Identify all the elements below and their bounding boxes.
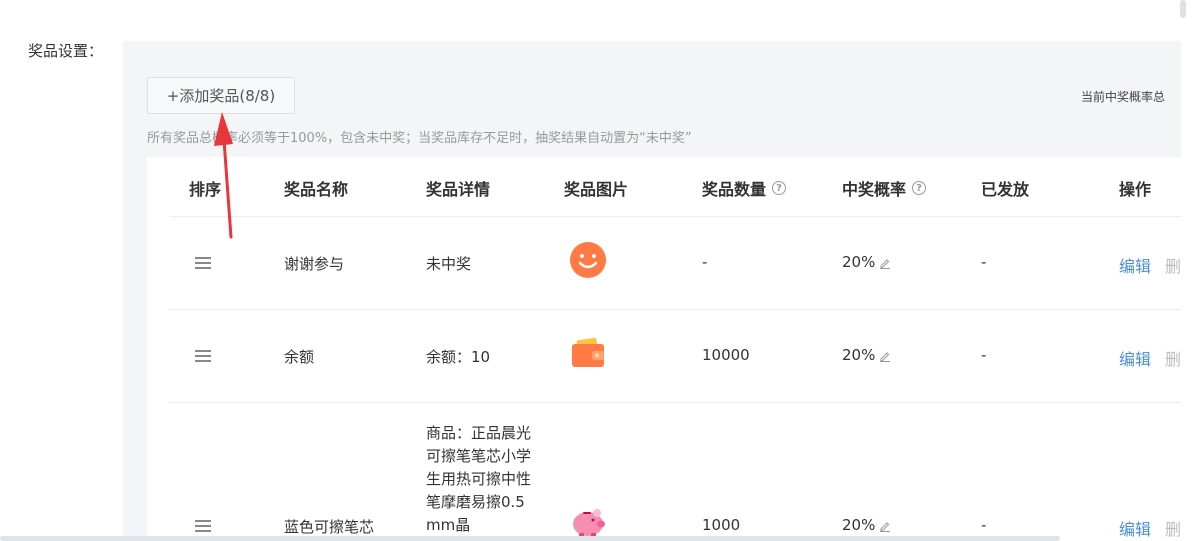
delete-link[interactable]: 删除 — [1165, 346, 1181, 370]
drag-handle-icon[interactable] — [195, 350, 211, 362]
prize-name: 蓝色可擦笔芯 — [284, 518, 375, 536]
prize-detail: 未中奖 — [426, 255, 472, 273]
horizontal-scrollbar[interactable] — [0, 536, 1060, 541]
delete-link[interactable]: 删除 — [1165, 253, 1181, 277]
prize-issued: - — [981, 516, 987, 534]
prize-qty: 10000 — [702, 346, 750, 364]
edit-link[interactable]: 编辑 — [1119, 346, 1151, 370]
delete-link[interactable]: 删除 — [1165, 516, 1181, 540]
prize-qty: 1000 — [702, 516, 741, 534]
prize-prob: 20% — [842, 516, 891, 534]
prize-issued: - — [981, 253, 987, 271]
help-icon[interactable]: ? — [912, 181, 927, 195]
header-qty: 奖品数量? — [702, 176, 787, 200]
smiley-icon — [570, 242, 606, 282]
row-divider — [170, 309, 1181, 310]
header-sort: 排序 — [189, 180, 222, 199]
wallet-icon — [571, 337, 605, 373]
header-image: 奖品图片 — [564, 180, 629, 199]
probability-hint: 所有奖品总概率必须等于100%，包含未中奖；当奖品库存不足时，抽奖结果自动置为“… — [147, 131, 692, 146]
row-divider — [170, 402, 1181, 403]
row-divider — [170, 216, 1181, 217]
prize-settings-label: 奖品设置： — [28, 42, 104, 60]
pencil-icon[interactable] — [879, 350, 891, 362]
prize-prob: 20% — [842, 346, 891, 364]
help-icon[interactable]: ? — [772, 181, 787, 195]
drag-handle-icon[interactable] — [195, 257, 211, 269]
edit-link[interactable]: 编辑 — [1119, 253, 1151, 277]
edit-link[interactable]: 编辑 — [1119, 516, 1151, 540]
vertical-scrollbar[interactable] — [1180, 0, 1186, 18]
pencil-icon[interactable] — [879, 257, 891, 269]
prize-name: 谢谢参与 — [284, 255, 345, 273]
current-rate-summary: 当前中奖概率总 — [1081, 90, 1166, 104]
prize-prob: 20% — [842, 253, 891, 271]
prize-issued: - — [981, 346, 987, 364]
header-detail: 奖品详情 — [426, 180, 491, 199]
header-name: 奖品名称 — [284, 180, 349, 199]
prize-table: 排序 奖品名称 奖品详情 奖品图片 奖品数量? 中奖概率? 已发放 操作 谢谢参… — [147, 157, 1181, 541]
add-prize-button[interactable]: +添加奖品(8/8) — [147, 77, 295, 114]
pencil-icon[interactable] — [879, 520, 891, 532]
prize-detail: 商品：正品晨光可擦笔笔芯小学生用热可擦中性笔摩磨易擦0.5mm晶 — [426, 424, 532, 534]
header-ops: 操作 — [1119, 180, 1152, 199]
header-issued: 已发放 — [981, 180, 1030, 199]
prize-qty: - — [702, 253, 708, 271]
prize-detail: 余额：10 — [426, 348, 491, 366]
header-prob: 中奖概率? — [842, 176, 927, 200]
drag-handle-icon[interactable] — [195, 520, 211, 532]
prize-name: 余额 — [284, 348, 315, 366]
